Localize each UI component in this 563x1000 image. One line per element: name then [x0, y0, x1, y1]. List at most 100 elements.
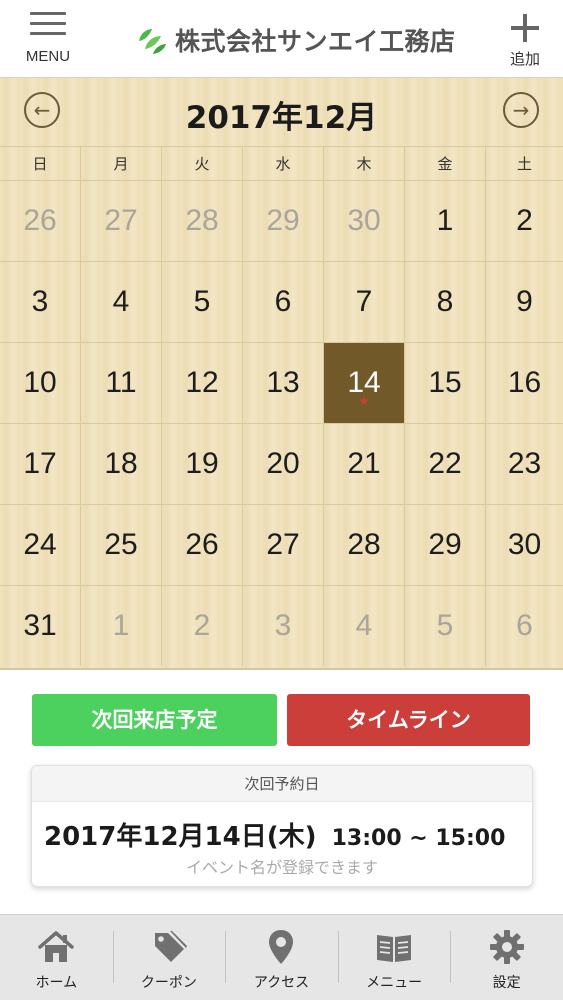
day-number: 23: [507, 447, 542, 480]
tab-home[interactable]: ホーム: [0, 915, 113, 1000]
calendar-day[interactable]: 2: [162, 585, 243, 666]
calendar-day[interactable]: 27: [81, 180, 162, 261]
calendar-day[interactable]: 29: [243, 180, 324, 261]
calendar-day[interactable]: 30: [486, 504, 563, 585]
calendar-day[interactable]: 5: [162, 261, 243, 342]
day-number: 4: [355, 609, 373, 642]
calendar-day[interactable]: 26: [0, 180, 81, 261]
day-number: 1: [436, 204, 454, 237]
tab-menu-label: メニュー: [366, 975, 423, 991]
action-buttons: 次回来店予定 タイムライン: [32, 694, 530, 746]
brand-name: 株式会社サンエイ工務店: [175, 27, 456, 56]
day-number: 5: [436, 609, 454, 642]
calendar-day[interactable]: 23: [486, 423, 563, 504]
day-number: 29: [428, 528, 462, 561]
reservation-datetime: 2017年12月14日(木) 13:00 ~ 15:00: [44, 816, 524, 853]
menu-button[interactable]: MENU: [18, 10, 78, 70]
next-month-button[interactable]: →: [503, 92, 539, 128]
tab-settings[interactable]: 設定: [450, 915, 563, 1000]
calendar-day[interactable]: 29: [405, 504, 486, 585]
day-number: 2: [516, 204, 533, 237]
calendar-day[interactable]: 31: [0, 585, 81, 666]
weekday-label: 金: [405, 146, 486, 180]
day-number: 22: [428, 447, 462, 480]
reservation-heading: 次回予約日: [32, 766, 532, 802]
day-number: 30: [507, 528, 542, 561]
calendar-day[interactable]: 1: [81, 585, 162, 666]
calendar-day[interactable]: 24: [0, 504, 81, 585]
day-number: 8: [436, 285, 454, 318]
calendar-day[interactable]: 16: [486, 342, 563, 423]
calendar-day[interactable]: 1: [405, 180, 486, 261]
day-number: 2: [193, 609, 211, 642]
tab-menu[interactable]: メニュー: [337, 915, 451, 1000]
tab-access[interactable]: アクセス: [225, 915, 338, 1000]
calendar-day[interactable]: 12: [162, 342, 243, 423]
calendar-day-selected[interactable]: 14 ★: [324, 342, 405, 423]
calendar-day[interactable]: 2: [486, 180, 563, 261]
calendar-day[interactable]: 17: [0, 423, 81, 504]
calendar-day[interactable]: 10: [0, 342, 81, 423]
calendar-day[interactable]: 26: [162, 504, 243, 585]
next-visit-button[interactable]: 次回来店予定: [32, 694, 277, 746]
day-number: 4: [112, 285, 130, 318]
tab-home-label: ホーム: [35, 975, 78, 991]
calendar-day[interactable]: 22: [405, 423, 486, 504]
day-number: 27: [104, 204, 138, 237]
calendar-day[interactable]: 21: [324, 423, 405, 504]
day-number: 21: [347, 447, 381, 480]
calendar-day[interactable]: 7: [324, 261, 405, 342]
day-number: 29: [266, 204, 300, 237]
calendar-day[interactable]: 3: [0, 261, 81, 342]
timeline-button[interactable]: タイムライン: [287, 694, 530, 746]
calendar-day[interactable]: 19: [162, 423, 243, 504]
tab-settings-label: 設定: [492, 975, 521, 991]
day-number: 13: [266, 366, 300, 399]
day-number: 6: [516, 609, 533, 642]
calendar-day[interactable]: 28: [162, 180, 243, 261]
calendar-day[interactable]: 13: [243, 342, 324, 423]
day-number: 26: [185, 528, 219, 561]
menu-label: MENU: [25, 48, 71, 65]
bottom-tab-bar: ホーム クーポン アクセス メニュー 設定: [0, 914, 563, 1000]
weekday-label: 日: [0, 146, 81, 180]
calendar-day[interactable]: 15: [405, 342, 486, 423]
event-star-icon: ★: [358, 393, 370, 408]
calendar-day[interactable]: 6: [486, 585, 563, 666]
calendar-day[interactable]: 4: [324, 585, 405, 666]
calendar-day[interactable]: 11: [81, 342, 162, 423]
calendar-day[interactable]: 8: [405, 261, 486, 342]
calendar-day[interactable]: 6: [243, 261, 324, 342]
calendar-day[interactable]: 27: [243, 504, 324, 585]
tab-coupon[interactable]: クーポン: [112, 915, 226, 1000]
reservation-date: 2017年12月14日(木): [44, 822, 317, 852]
calendar-day[interactable]: 25: [81, 504, 162, 585]
weekday-label: 水: [243, 146, 324, 180]
weekday-header: 日月火水木金土: [0, 146, 563, 180]
add-button[interactable]: 追加: [503, 10, 547, 70]
calendar-day[interactable]: 30: [324, 180, 405, 261]
day-number: 3: [31, 285, 49, 318]
day-number: 7: [355, 285, 373, 318]
calendar-day[interactable]: 9: [486, 261, 563, 342]
day-number: 28: [185, 204, 219, 237]
day-number: 31: [23, 609, 57, 642]
calendar-day[interactable]: 28: [324, 504, 405, 585]
day-number: 3: [274, 609, 292, 642]
add-label: 追加: [509, 50, 540, 68]
calendar-day[interactable]: 20: [243, 423, 324, 504]
day-number: 19: [185, 447, 219, 480]
next-reservation-card[interactable]: 次回予約日 2017年12月14日(木) 13:00 ~ 15:00 イベント名…: [31, 765, 533, 887]
weekday-label: 月: [81, 146, 162, 180]
calendar-day[interactable]: 5: [405, 585, 486, 666]
day-number: 10: [23, 366, 57, 399]
calendar-day[interactable]: 18: [81, 423, 162, 504]
arrow-right-icon: →: [512, 98, 530, 122]
tab-coupon-label: クーポン: [140, 975, 197, 991]
day-number: 27: [266, 528, 300, 561]
calendar-day[interactable]: 4: [81, 261, 162, 342]
day-number: 28: [347, 528, 381, 561]
calendar-day[interactable]: 3: [243, 585, 324, 666]
book-icon: [377, 935, 412, 962]
day-number: 20: [266, 447, 300, 480]
